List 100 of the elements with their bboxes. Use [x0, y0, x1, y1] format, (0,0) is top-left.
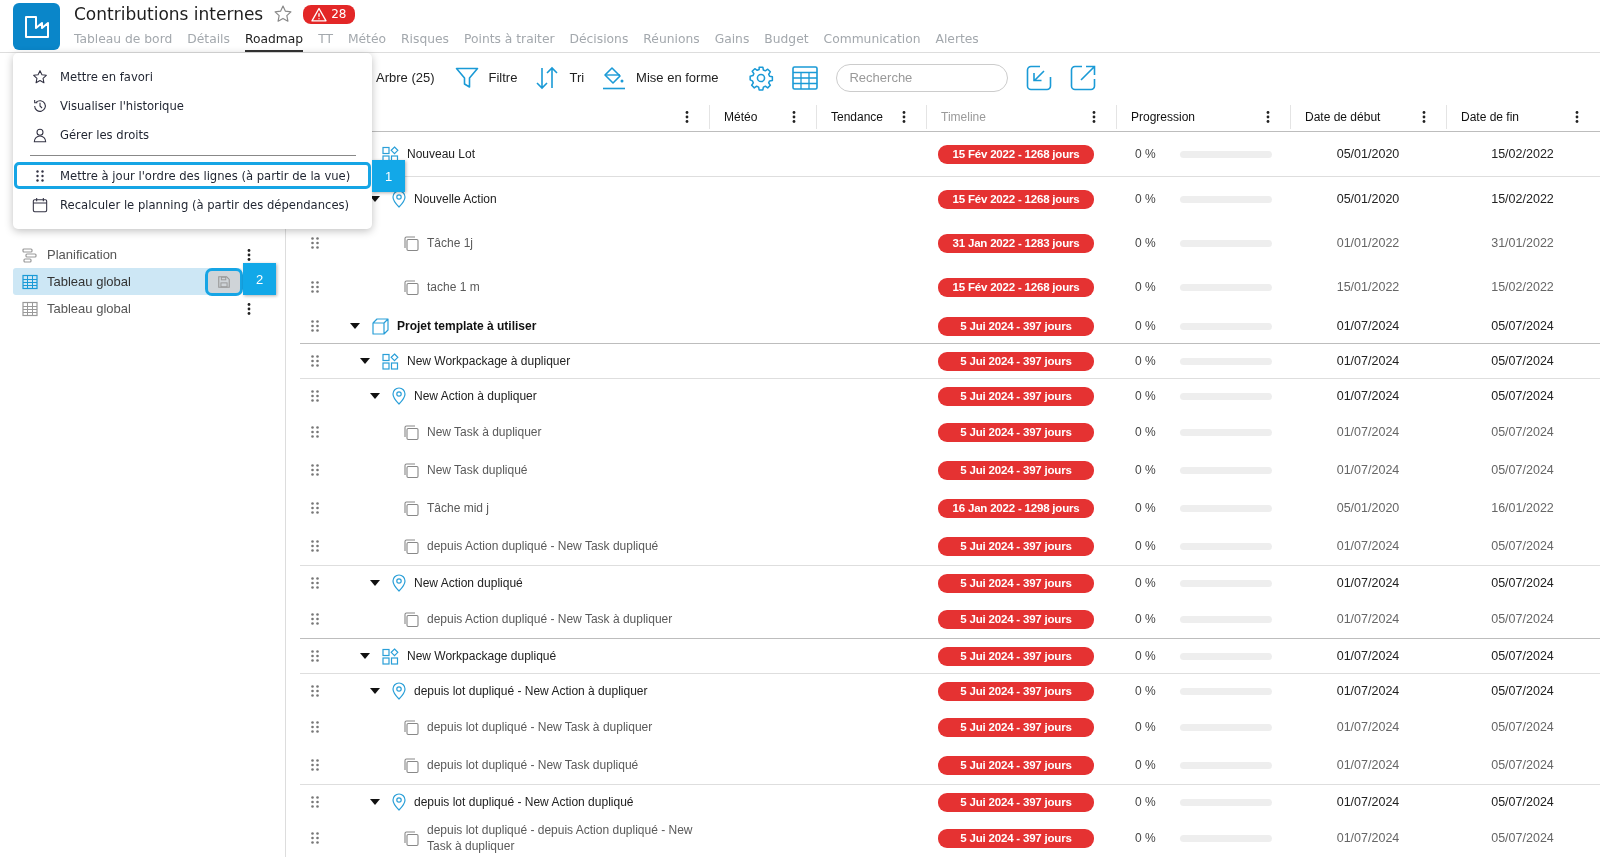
column-header[interactable]: Météo: [724, 109, 758, 124]
timeline-badge: 16 Jan 2022 - 1298 jours: [938, 498, 1094, 518]
end-date: 05/07/2024: [1491, 463, 1554, 477]
column-header[interactable]: Date de fin: [1461, 109, 1520, 124]
row-name: Projet template à utiliser: [397, 318, 537, 334]
more-options-icon[interactable]: [247, 248, 251, 261]
row-name: depuis lot dupliqué - depuis Action dupliqué - New Task à dupliquer: [427, 822, 694, 854]
end-date: 05/07/2024: [1491, 831, 1554, 845]
drag-handle-icon[interactable]: [311, 577, 319, 589]
app-logo[interactable]: [13, 3, 60, 50]
toolbar-button[interactable]: Filtre: [454, 66, 518, 89]
menu-item[interactable]: Mettre à jour l'ordre des lignes (à partir de la vue): [13, 161, 372, 190]
search-field[interactable]: Recherche: [836, 63, 1009, 92]
drag-handle-icon[interactable]: [311, 502, 319, 514]
start-date: 01/07/2024: [1336, 758, 1400, 772]
column-menu-icon[interactable]: [1575, 110, 1579, 123]
filter-icon: [454, 66, 479, 89]
progress-percent: 0 %: [1135, 758, 1155, 772]
progress-percent: 0 %: [1135, 192, 1155, 206]
caret-icon[interactable]: [360, 653, 370, 659]
drag-handle-icon[interactable]: [311, 426, 319, 438]
drag-handle-icon[interactable]: [311, 721, 319, 733]
drag-handle-icon[interactable]: [311, 237, 319, 249]
drag-handle-icon[interactable]: [311, 464, 319, 476]
start-date: 01/07/2024: [1336, 425, 1400, 439]
column-menu-icon[interactable]: [1092, 110, 1096, 123]
progress-percent: 0 %: [1135, 795, 1155, 809]
row-name: depuis lot dupliqué - New Task à dupliquer: [427, 719, 653, 735]
progress-percent: 0 %: [1135, 389, 1155, 403]
menu-item[interactable]: Recalculer le planning (à partir des dépendances): [13, 190, 372, 219]
toolbar-button[interactable]: Tri: [535, 65, 585, 90]
row-name: depuis Action dupliqué - New Task à dupliquer: [427, 611, 673, 627]
end-date: 15/02/2022: [1491, 192, 1554, 206]
end-date: 15/02/2022: [1491, 147, 1554, 161]
progress-percent: 0 %: [1135, 280, 1155, 294]
start-date: 01/07/2024: [1336, 576, 1400, 590]
column-menu-icon[interactable]: [792, 110, 796, 123]
timeline-badge: 5 Jui 2024 - 397 jours: [938, 681, 1094, 701]
drag-handle-icon[interactable]: [311, 355, 319, 367]
column-menu-icon[interactable]: [1266, 110, 1270, 123]
start-date: 01/07/2024: [1336, 539, 1400, 553]
caret-icon[interactable]: [350, 323, 360, 329]
end-date: 31/01/2022: [1491, 236, 1554, 250]
alert-count: 28: [331, 7, 347, 21]
import-icon[interactable]: [1026, 64, 1053, 91]
toolbar-button[interactable]: Mise en forme: [602, 65, 719, 90]
progress-percent: 0 %: [1135, 720, 1155, 734]
progress-percent: 0 %: [1135, 831, 1155, 845]
start-date: 01/07/2024: [1336, 649, 1400, 663]
start-date: 01/07/2024: [1336, 612, 1400, 626]
caret-icon[interactable]: [360, 358, 370, 364]
caret-icon[interactable]: [370, 196, 380, 202]
map-pin-icon: [392, 574, 406, 592]
drag-handle-icon[interactable]: [311, 390, 319, 402]
menu-item[interactable]: Mettre en favori: [13, 62, 372, 91]
view-mode-label[interactable]: Arbre (25): [376, 70, 435, 86]
drag-handle-icon[interactable]: [311, 320, 319, 332]
drag-handle-icon[interactable]: [311, 281, 319, 293]
cube-icon: [372, 317, 389, 335]
caret-icon[interactable]: [370, 688, 380, 694]
settings-icon[interactable]: [748, 64, 775, 91]
column-menu-icon[interactable]: [902, 110, 906, 123]
column-header[interactable]: Tendance: [831, 109, 884, 124]
start-date: 01/07/2024: [1336, 720, 1400, 734]
export-icon[interactable]: [1070, 64, 1097, 91]
column-header[interactable]: Date de début: [1305, 109, 1381, 124]
column-menu-icon[interactable]: [685, 110, 689, 123]
row-name: Nouvelle Action: [414, 191, 497, 207]
drag-handle-icon[interactable]: [311, 650, 319, 662]
project-title: Contributions internes: [74, 4, 264, 24]
copy-squares-icon: [402, 499, 419, 517]
drag-handle-icon[interactable]: [311, 796, 319, 808]
progress-percent: 0 %: [1135, 576, 1155, 590]
drag-handle-icon[interactable]: [311, 759, 319, 771]
drag-handle-icon[interactable]: [311, 613, 319, 625]
drag-handle-icon[interactable]: [311, 540, 319, 552]
table-icon[interactable]: [792, 65, 819, 90]
drag-handle-icon[interactable]: [311, 685, 319, 697]
timeline-badge: 5 Jui 2024 - 397 jours: [938, 536, 1094, 556]
menu-item[interactable]: Gérer les droits: [13, 120, 372, 149]
menu-item[interactable]: Visualiser l'historique: [13, 91, 372, 120]
caret-icon[interactable]: [370, 799, 380, 805]
caret-icon[interactable]: [370, 580, 380, 586]
alert-badge[interactable]: 28: [303, 4, 355, 24]
star-icon[interactable]: [273, 4, 294, 24]
more-options-icon[interactable]: [247, 302, 251, 315]
column-menu-icon[interactable]: [1422, 110, 1426, 123]
copy-squares-icon: [402, 461, 419, 479]
drag-handle-icon[interactable]: [311, 832, 319, 844]
map-pin-icon: [392, 682, 406, 700]
row-name: Nouveau Lot: [407, 146, 476, 162]
map-pin-icon: [392, 190, 406, 208]
sidebar-item[interactable]: Tableau global: [13, 295, 242, 322]
timeline-badge: 15 Fév 2022 - 1268 jours: [938, 189, 1094, 209]
column-header[interactable]: Progression: [1131, 109, 1196, 124]
copy-squares-icon: [402, 718, 419, 736]
timeline-badge: 5 Jui 2024 - 397 jours: [938, 573, 1094, 593]
start-date: 05/01/2020: [1336, 147, 1400, 161]
start-date: 05/01/2020: [1336, 192, 1400, 206]
caret-icon[interactable]: [370, 393, 380, 399]
